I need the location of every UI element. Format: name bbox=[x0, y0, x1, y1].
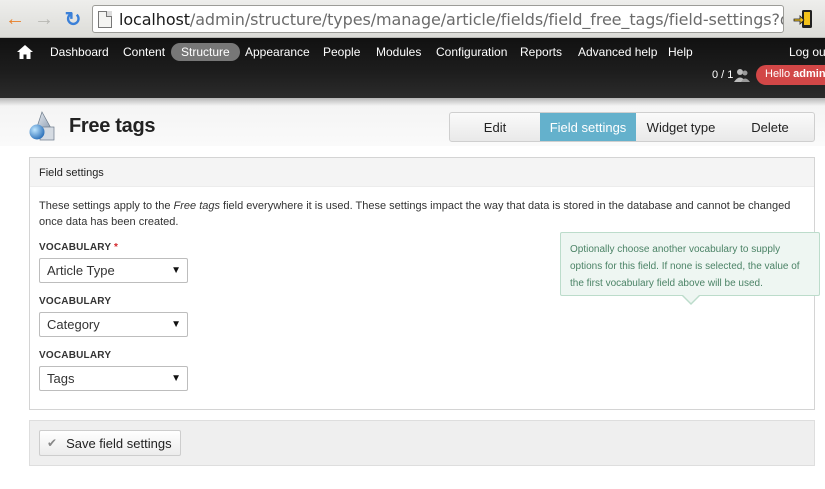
url-host: localhost bbox=[119, 10, 190, 29]
vocabulary-select-3[interactable]: Tags ▼ bbox=[39, 366, 188, 391]
fieldset-legend-text: Field settings bbox=[39, 167, 104, 179]
user-greeting-badge[interactable]: Hello admin bbox=[756, 65, 825, 85]
vocabulary-label-2: VOCABULARY bbox=[39, 296, 112, 307]
home-icon[interactable] bbox=[17, 45, 33, 59]
vocabulary-label-1-text: VOCABULARY bbox=[39, 242, 112, 253]
tab-delete[interactable]: Delete bbox=[726, 113, 814, 141]
vocabulary-select-2[interactable]: Category ▼ bbox=[39, 312, 188, 337]
tab-field-settings[interactable]: Field settings bbox=[540, 113, 636, 141]
users-icon bbox=[734, 69, 750, 82]
structure-shapes-icon bbox=[29, 111, 55, 141]
menu-item-configuration[interactable]: Configuration bbox=[436, 45, 507, 59]
extension-icon[interactable] bbox=[793, 8, 815, 30]
form-actions: ✔ Save field settings bbox=[29, 420, 815, 466]
menu-item-modules[interactable]: Modules bbox=[376, 45, 421, 59]
logout-link[interactable]: Log out bbox=[789, 45, 825, 59]
desc-field-name: Free tags bbox=[173, 200, 220, 212]
tooltip-pointer-fill bbox=[683, 295, 699, 303]
required-marker: * bbox=[114, 242, 119, 253]
browser-toolbar: ← → ↻ localhost/admin/structure/types/ma… bbox=[0, 0, 825, 38]
menu-item-content[interactable]: Content bbox=[123, 45, 165, 59]
dropdown-arrow-icon: ▼ bbox=[171, 373, 181, 384]
menu-item-help[interactable]: Help bbox=[668, 45, 693, 59]
back-arrow-icon[interactable]: ← bbox=[4, 8, 26, 30]
vocabulary-help-tooltip: Optionally choose another vocabulary to … bbox=[560, 232, 820, 296]
tab-widget-type[interactable]: Widget type bbox=[636, 113, 726, 141]
vocabulary-select-1-value: Article Type bbox=[47, 263, 115, 278]
check-icon: ✔ bbox=[47, 436, 58, 450]
menu-item-structure[interactable]: Structure bbox=[171, 43, 240, 61]
address-url: localhost/admin/structure/types/manage/a… bbox=[119, 10, 784, 29]
address-bar[interactable]: localhost/admin/structure/types/manage/a… bbox=[92, 5, 784, 33]
menu-item-advanced-help[interactable]: Advanced help bbox=[578, 45, 657, 59]
fieldset-legend: Field settings bbox=[30, 158, 814, 187]
tab-edit[interactable]: Edit bbox=[450, 113, 540, 141]
reload-icon[interactable]: ↻ bbox=[62, 8, 84, 31]
forward-arrow-icon[interactable]: → bbox=[33, 8, 55, 30]
vocabulary-select-3-value: Tags bbox=[47, 371, 75, 386]
online-user-count: 0 / 1 bbox=[712, 69, 734, 81]
field-settings-description: These settings apply to the Free tags fi… bbox=[39, 199, 809, 230]
dropdown-arrow-icon: ▼ bbox=[171, 265, 181, 276]
dropdown-arrow-icon: ▼ bbox=[171, 319, 181, 330]
menu-item-dashboard[interactable]: Dashboard bbox=[50, 45, 109, 59]
vocabulary-select-2-value: Category bbox=[47, 317, 100, 332]
menu-item-people[interactable]: People bbox=[323, 45, 360, 59]
vocabulary-select-1[interactable]: Article Type ▼ bbox=[39, 258, 188, 283]
secondary-tabs: Edit Field settings Widget type Delete bbox=[449, 112, 815, 142]
username: admin bbox=[793, 68, 825, 80]
url-path: /admin/structure/types/manage/article/fi… bbox=[189, 10, 784, 29]
admin-toolbar: Dashboard Content Structure Appearance P… bbox=[0, 38, 825, 98]
menu-item-appearance[interactable]: Appearance bbox=[245, 45, 310, 59]
desc-before: These settings apply to the bbox=[39, 200, 174, 212]
header-shadow bbox=[0, 98, 825, 106]
save-button-label: Save field settings bbox=[66, 435, 172, 451]
page-icon bbox=[98, 11, 112, 28]
menu-item-reports[interactable]: Reports bbox=[520, 45, 562, 59]
vocabulary-label-3: VOCABULARY bbox=[39, 350, 112, 361]
save-field-settings-button[interactable]: ✔ Save field settings bbox=[39, 430, 181, 456]
page-title: Free tags bbox=[69, 115, 156, 137]
vocabulary-label-1: VOCABULARY * bbox=[39, 242, 118, 253]
hello-prefix: Hello bbox=[765, 68, 791, 80]
